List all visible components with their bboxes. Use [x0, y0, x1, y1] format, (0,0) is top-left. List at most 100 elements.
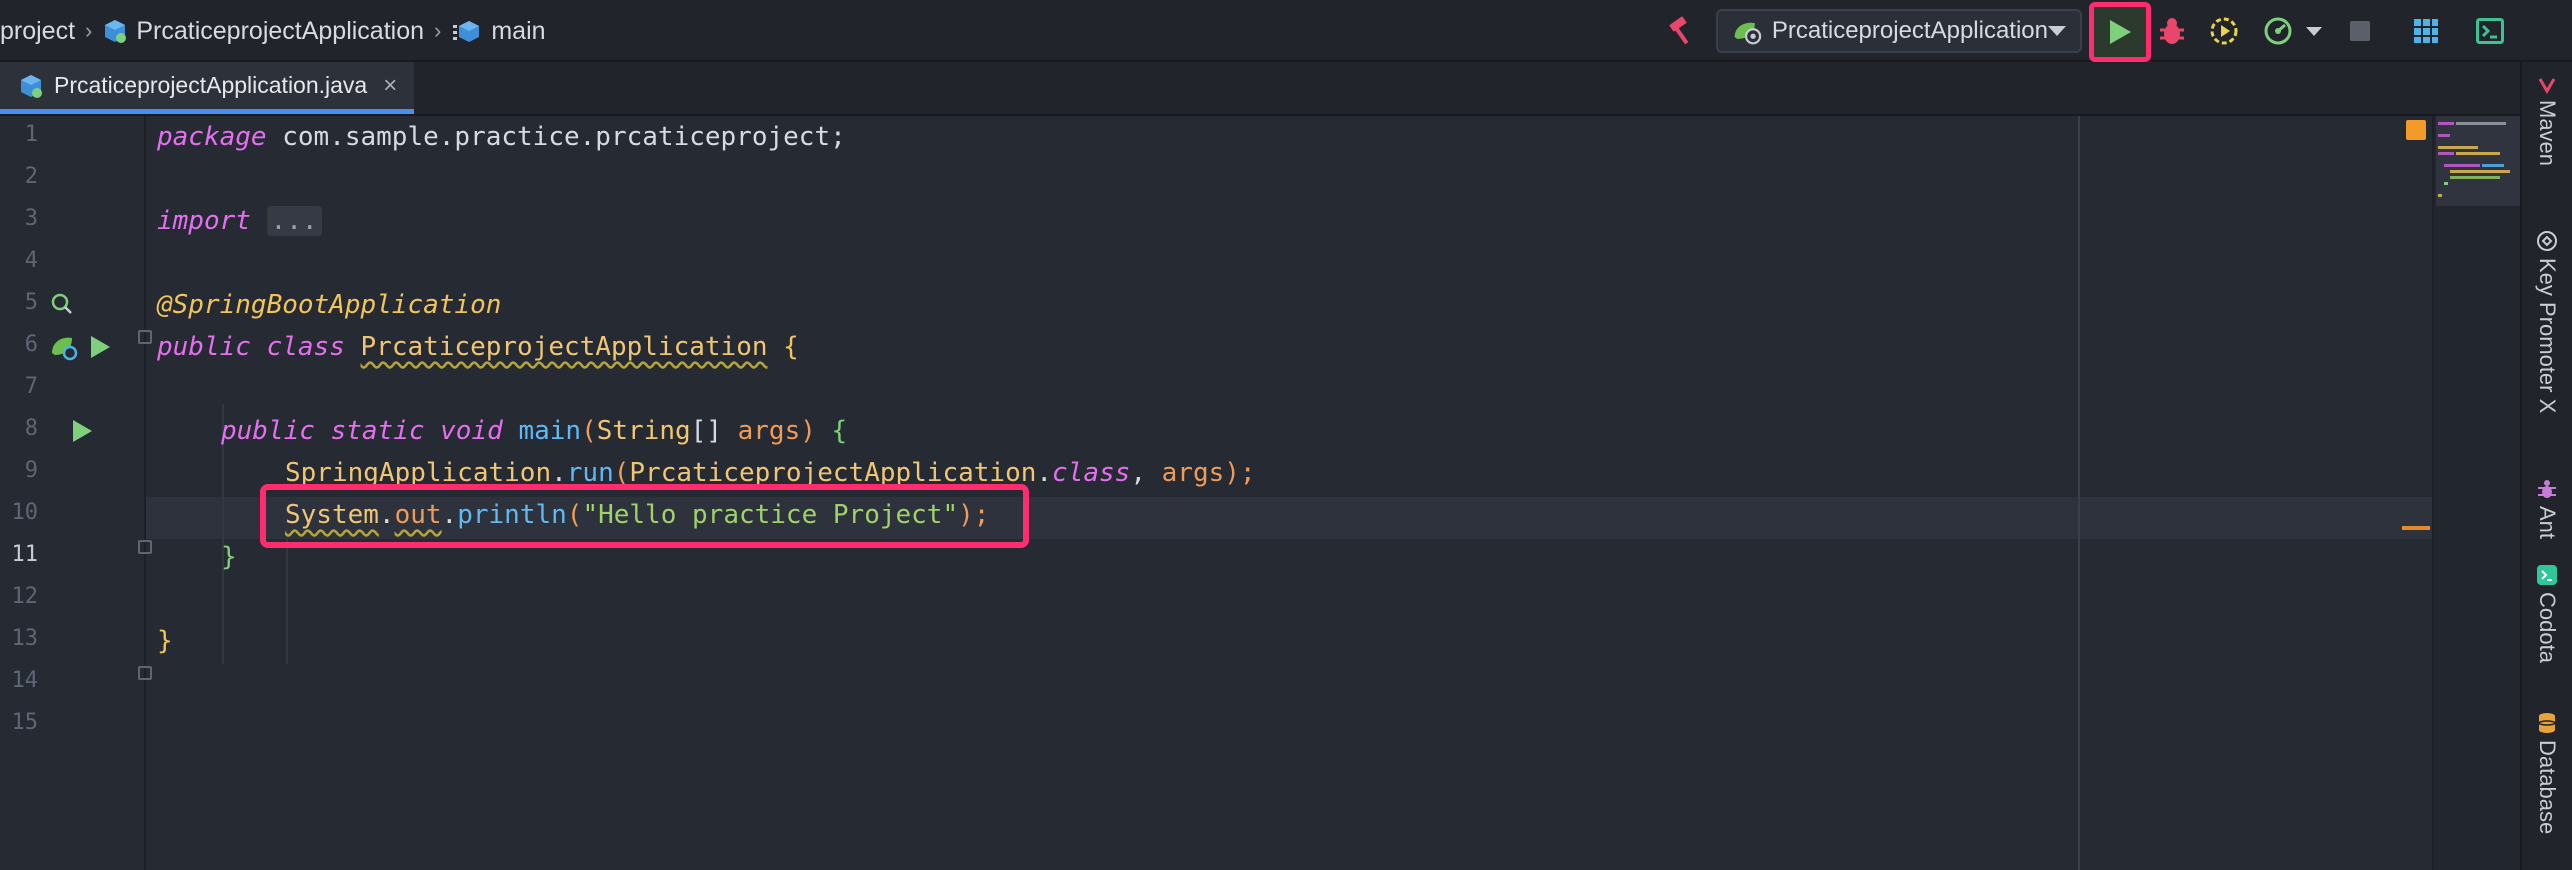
code-minimap[interactable]: [2432, 116, 2522, 870]
profiler-dropdown-icon: [2306, 26, 2322, 36]
run-configuration-selector[interactable]: PrcaticeprojectApplication: [1716, 9, 2082, 53]
keyword-token: package: [157, 122, 267, 152]
tool-window-label: Key Promoter X: [2535, 258, 2560, 414]
profiler-dropdown-button[interactable]: [2304, 14, 2324, 48]
chevron-down-icon: [2048, 26, 2066, 36]
fold-method-end-icon[interactable]: [138, 666, 152, 680]
class-name-token: PrcaticeprojectApplication: [360, 332, 768, 362]
keyword-token: static: [330, 416, 425, 446]
tab-prcaticeprojectapplication-java[interactable]: PrcaticeprojectApplication.java ×: [0, 62, 414, 114]
folded-imports-token[interactable]: ...: [266, 206, 322, 236]
project-structure-button[interactable]: [2408, 14, 2444, 48]
keyword-token: public: [221, 416, 315, 446]
code-editor[interactable]: 1 2 3 4 5 6 7 8 9 10 11 12 13 14 15 pack…: [0, 116, 2522, 870]
indent-guide: [286, 528, 288, 664]
line-number: 15: [11, 710, 39, 735]
paren-token: ): [800, 416, 832, 446]
spring-boot-config-icon: [1734, 22, 1762, 45]
parameter-token: args: [1161, 458, 1225, 488]
paren-token: );: [1224, 458, 1256, 488]
tool-window-label: Database: [2535, 740, 2560, 835]
profiler-icon: [2264, 17, 2292, 45]
keyword-token: public: [157, 332, 251, 362]
spring-boot-gutter-icon[interactable]: [50, 333, 78, 361]
keyword-token: import: [157, 206, 251, 236]
parameter-token: args: [737, 416, 801, 446]
line-number: 5: [24, 290, 38, 315]
maven-icon: [2538, 78, 2556, 94]
code-line-12: }: [221, 536, 237, 578]
right-tool-window-bar: Maven Key Promoter X Ant Codota Database: [2520, 62, 2572, 870]
package-name-token: com.sample.practice.prcaticeproject;: [266, 122, 846, 152]
fold-method-start-icon[interactable]: [138, 540, 152, 554]
navigation-bar: project › PrcaticeprojectApplication › m…: [0, 0, 2572, 62]
keyword-token: void: [440, 416, 503, 446]
build-hammer-icon[interactable]: [1662, 14, 1698, 48]
code-line-9: public static void main(String[] args) {: [221, 416, 848, 446]
fold-import-icon[interactable]: [138, 330, 152, 344]
line-number: 13: [11, 626, 39, 651]
tab-label: PrcaticeprojectApplication.java: [54, 72, 368, 98]
toolbar: PrcaticeprojectApplication: [0, 0, 2572, 62]
run-with-coverage-icon: [2210, 17, 2238, 45]
tool-window-key-promoter-x[interactable]: Key Promoter X: [2522, 230, 2572, 413]
editor-tab-bar: PrcaticeprojectApplication.java ×: [0, 62, 2520, 116]
brace-token: }: [157, 626, 173, 656]
tool-window-database[interactable]: Database: [2522, 712, 2572, 834]
editor-gutter: 1 2 3 4 5 6 7 8 9 10 11 12 13 14 15: [0, 116, 152, 870]
tool-window-ant[interactable]: Ant: [2522, 478, 2572, 539]
line-number: 12: [11, 584, 39, 609]
tool-window-label: Codota: [2535, 592, 2560, 663]
line-number: 1: [24, 122, 38, 147]
right-margin-guide: [2078, 116, 2080, 870]
run-button[interactable]: [2089, 2, 2151, 62]
ant-icon: [2538, 480, 2556, 498]
tool-window-maven[interactable]: Maven: [2522, 76, 2572, 166]
line-number: 9: [24, 458, 38, 483]
debug-icon: [2160, 18, 2184, 44]
run-class-gutter-icon[interactable]: [88, 334, 112, 360]
line-number: 6: [24, 332, 38, 357]
terminal-icon: [2476, 18, 2504, 44]
code-line-7: public class PrcaticeprojectApplication …: [157, 326, 799, 368]
tool-window-label: Maven: [2535, 100, 2560, 167]
method-name-token: main: [518, 416, 582, 446]
tool-window-codota[interactable]: Codota: [2522, 564, 2572, 663]
minimap-viewport[interactable]: [2436, 116, 2522, 206]
line-number: 2: [24, 164, 38, 189]
code-line-6: @SpringBootApplication: [157, 284, 501, 326]
line-number: 3: [24, 206, 38, 231]
project-structure-icon: [2414, 19, 2438, 43]
spring-bean-icon[interactable]: [50, 292, 74, 316]
line-number-current: 11: [11, 542, 39, 567]
terminal-button[interactable]: [2472, 14, 2508, 48]
array-token: []: [690, 416, 738, 446]
run-with-coverage-button[interactable]: [2206, 14, 2242, 48]
type-token: String: [596, 416, 691, 446]
database-icon: [2538, 713, 2556, 733]
stop-button[interactable]: [2342, 14, 2378, 48]
profiler-button[interactable]: [2260, 14, 2296, 48]
keyword-token: class: [266, 332, 345, 362]
brace-token: {: [831, 416, 848, 446]
debug-button[interactable]: [2154, 14, 2190, 48]
run-icon: [2110, 20, 2131, 44]
warning-stripe-marker[interactable]: [2402, 526, 2430, 530]
code-line-1: package com.sample.practice.prcaticeproj…: [157, 116, 846, 158]
line-number: 8: [24, 416, 38, 441]
annotation-token: @SpringBootApplication: [157, 290, 502, 320]
keyword-token: class: [1052, 458, 1131, 488]
highlight-annotation-box: [260, 484, 1029, 548]
line-number: 10: [11, 500, 39, 525]
line-number: 14: [11, 668, 39, 693]
code-line-3: import ...: [157, 200, 322, 242]
run-main-gutter-icon[interactable]: [70, 418, 94, 444]
line-number: 7: [24, 374, 38, 399]
close-icon[interactable]: ×: [383, 72, 397, 100]
stop-icon: [2350, 21, 2370, 41]
key-promoter-icon: [2537, 231, 2557, 251]
warning-indicator-icon[interactable]: [2406, 120, 2426, 140]
separator-token: ,: [1130, 458, 1162, 488]
java-class-icon: [21, 74, 42, 98]
brace-token: }: [221, 542, 237, 572]
